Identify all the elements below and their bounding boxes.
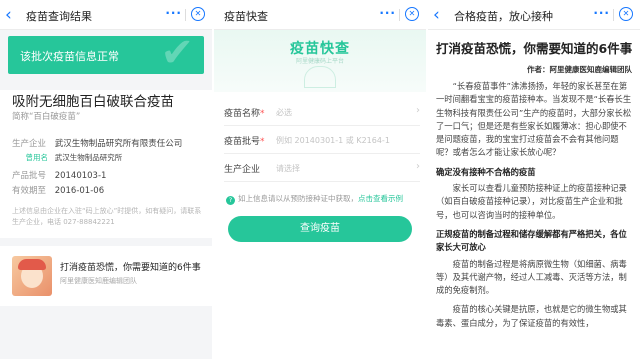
batch-number-row[interactable]: 疫苗批号* [224, 126, 420, 154]
manufacturer-label: 生产企业 [224, 165, 261, 175]
chevron-right-icon: › [416, 161, 420, 172]
article-paragraph: “长春疫苗事件”沸沸扬扬，年轻的家长甚至在第一时间翻看宝宝的疫苗接种本。当发现不… [436, 81, 632, 158]
hint-row: ? 如上信息请以从预防接种证中获取，点击查看示例 [226, 193, 403, 205]
info-note: 上述信息由企业在入驻“码上放心”时提供，如有疑问，请联系生产企业，电话 027-… [12, 207, 202, 226]
article-card[interactable]: 打消疫苗恐慌，你需要知道的6件事 阿里健康医知鹿编辑团队 [0, 246, 212, 306]
back-icon[interactable]: ‹ [5, 6, 21, 24]
article-paragraph: 疫苗的核心关键是抗原，也就是它的微生物或其毒素、蛋白成分，为了保证疫苗的有效性， [436, 304, 627, 328]
manufacturer-select[interactable] [276, 161, 406, 175]
chevron-right-icon: › [416, 105, 420, 116]
batch-label: 产品批号 [12, 171, 47, 181]
nav-bar: ‹ 疫苗查询结果 ··· ✕ [0, 0, 212, 30]
hint-text: 如上信息请以从预防接种证中获取， [238, 194, 358, 203]
back-icon[interactable]: ‹ [433, 6, 449, 24]
status-banner-text: 该批次疫苗信息正常 [20, 50, 119, 63]
section-divider [0, 238, 212, 246]
hero-title: 疫苗快查 [290, 41, 350, 57]
manufacturer-label: 生产企业 [12, 139, 47, 149]
expiry-value: 2016-01-06 [54, 186, 105, 196]
manufacturer-row[interactable]: 生产企业 › [224, 154, 420, 182]
former-name-label: 曾用名 [25, 153, 49, 162]
manufacturer-row: 生产企业 武汉生物制品研究所有限责任公司 [12, 137, 182, 149]
hero-subtitle: 阿里健康码上平台 [295, 58, 344, 65]
article-body: “长春疫苗事件”沸沸扬扬，年轻的家长甚至在第一时间翻看宝宝的疫苗接种本。当发现不… [436, 80, 634, 336]
article-author: 作者：阿里健康医知鹿编辑团队 [527, 65, 632, 74]
close-icon[interactable]: ✕ [191, 7, 205, 21]
vaccine-name-select[interactable] [276, 105, 406, 119]
former-name-value: 武汉生物制品研究所 [54, 153, 123, 162]
screen-article: ‹ 合格疫苗，放心接种 ··· ✕ 打消疫苗恐慌，你需要知道的6件事 作者：阿里… [428, 0, 640, 359]
close-icon[interactable]: ✕ [619, 7, 633, 21]
screen-vaccine-result: ‹ 疫苗查询结果 ··· ✕ 该批次疫苗信息正常 ✔ 吸附无细胞百白破联合疫苗 … [0, 0, 212, 359]
article-heading: 正规疫苗的制备过程和储存缓解都有严格把关，各位家长大可放心 [436, 228, 627, 253]
manufacturer-value: 武汉生物制品研究所有限责任公司 [54, 139, 183, 149]
view-example-link[interactable]: 点击查看示例 [358, 194, 403, 203]
article-title: 打消疫苗恐慌，你需要知道的6件事 [436, 41, 633, 56]
batch-value: 20140103-1 [54, 171, 107, 181]
panel-divider [212, 0, 214, 359]
vaccine-alias: 简称“百白破疫苗” [12, 112, 81, 122]
more-icon[interactable]: ··· [165, 6, 182, 20]
hero-decoration [304, 66, 336, 88]
expiry-label: 有效期至 [12, 186, 47, 196]
article-heading: 确定没有接种不合格的疫苗 [436, 166, 536, 177]
vaccine-name: 吸附无细胞百白破联合疫苗 [12, 94, 174, 110]
query-vaccine-button[interactable]: 查询疫苗 [228, 216, 412, 242]
batch-row: 产品批号 20140103-1 [12, 169, 106, 181]
nav-bar: 疫苗快查 ··· ✕ [214, 0, 426, 30]
check-icon: ✔ [160, 36, 194, 74]
article-source: 阿里健康医知鹿编辑团队 [60, 277, 137, 285]
vaccine-name-label: 疫苗名称* [224, 109, 265, 119]
article-title: 打消疫苗恐慌，你需要知道的6件事 [60, 263, 201, 273]
bottom-bg [0, 306, 212, 359]
more-icon[interactable]: ··· [593, 6, 610, 20]
hero-banner: 疫苗快查 阿里健康码上平台 [214, 30, 426, 92]
vaccine-name-row[interactable]: 疫苗名称* › [224, 98, 420, 126]
nav-title: 疫苗快查 [224, 10, 268, 23]
article-thumbnail [12, 256, 52, 296]
baby-hat-image [18, 259, 46, 270]
batch-number-input[interactable] [276, 133, 406, 147]
nav-divider [613, 9, 614, 21]
close-icon[interactable]: ✕ [405, 7, 419, 21]
expiry-row: 有效期至 2016-01-06 [12, 184, 104, 196]
former-name-row: 曾用名 武汉生物制品研究所 [12, 152, 123, 163]
screen-vaccine-query: 疫苗快查 ··· ✕ 疫苗快查 阿里健康码上平台 疫苗名称* › 疫苗批号* 生… [214, 0, 426, 359]
panel-divider [426, 0, 428, 359]
nav-divider [399, 9, 400, 21]
batch-number-label: 疫苗批号* [224, 137, 265, 147]
nav-title: 疫苗查询结果 [26, 10, 92, 23]
status-banner: 该批次疫苗信息正常 ✔ [8, 36, 204, 74]
article-paragraph: 疫苗的制备过程是将病原微生物（如细菌、病毒等）及其代谢产物，经过人工减毒、灭活等… [436, 258, 627, 296]
nav-divider [185, 9, 186, 21]
more-icon[interactable]: ··· [379, 6, 396, 20]
nav-bar: ‹ 合格疫苗，放心接种 ··· ✕ [428, 0, 640, 30]
question-icon: ? [226, 196, 235, 205]
nav-title: 合格疫苗，放心接种 [454, 10, 553, 23]
article-paragraph: 家长可以查看儿童预防接种证上的疫苗接种记录（如百白破疫苗接种记录），对比疫苗生产… [436, 183, 627, 220]
